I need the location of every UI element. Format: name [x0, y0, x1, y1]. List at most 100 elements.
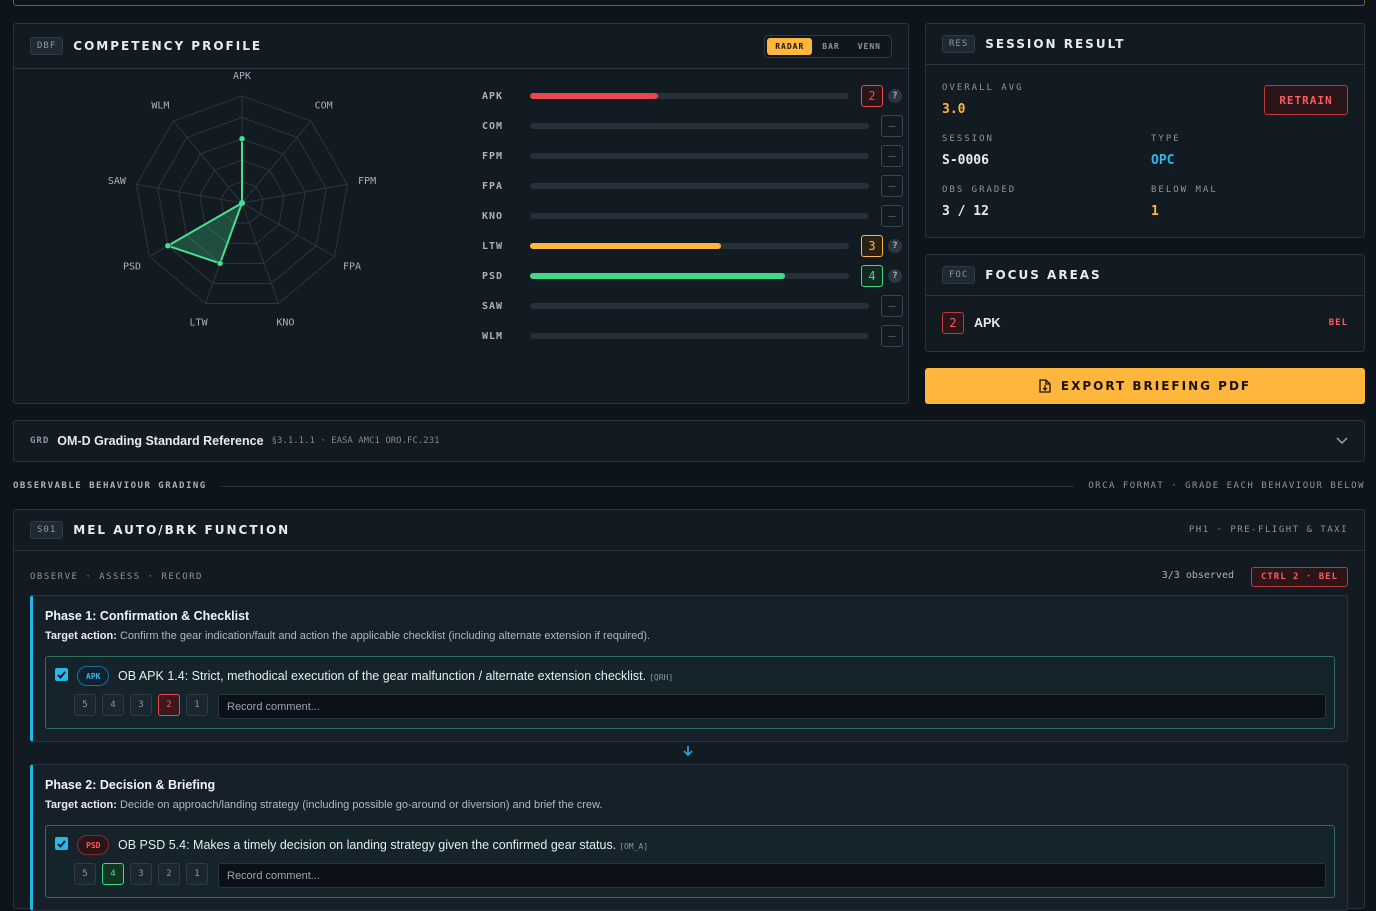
scenario-tag: S01	[30, 521, 64, 539]
competency-bar-fill	[530, 93, 658, 99]
view-mode-radar[interactable]: RADAR	[767, 37, 813, 55]
competency-grade-box[interactable]: 2	[861, 85, 883, 107]
file-export-icon	[1039, 379, 1051, 393]
radar-axis-label: COM	[315, 101, 333, 112]
radar-point	[216, 260, 224, 267]
view-mode-bar[interactable]: BAR	[814, 38, 847, 55]
chevron-down-icon[interactable]	[1336, 437, 1348, 445]
competency-bar-track	[530, 183, 869, 189]
competency-bar-row: LTW 3?	[482, 235, 902, 257]
obs-graded-value: 3 / 12	[942, 204, 989, 219]
panel-tag: FOC	[942, 266, 976, 284]
radar-axis-label: FPA	[343, 262, 361, 273]
panel-tag: RES	[942, 35, 976, 53]
target-text: Decide on approach/landing strategy (inc…	[119, 799, 603, 811]
competency-bar-row: PSD 4?	[482, 265, 902, 287]
competency-bar-track	[530, 333, 869, 339]
type-label: TYPE	[1151, 134, 1181, 144]
grade-selector: 54321	[74, 694, 208, 716]
reference-title: OM-D Grading Standard Reference	[57, 434, 264, 448]
grade-option[interactable]: 3	[130, 694, 152, 716]
competency-profile-panel: DBF COMPETENCY PROFILE RADAR BAR VENN AP…	[13, 23, 909, 404]
reference-meta: §3.1.1.1 · EASA AMC1 ORO.FC.231	[271, 436, 440, 446]
panel-title: COMPETENCY PROFILE	[73, 39, 263, 53]
competency-bar-row: FPM –	[482, 145, 903, 167]
help-icon[interactable]: ?	[888, 269, 902, 283]
section-divider-left: OBSERVABLE BEHAVIOUR GRADING	[13, 481, 207, 491]
competency-code: SAW	[482, 300, 504, 312]
grade-option[interactable]: 2	[158, 863, 180, 885]
observed-checkbox[interactable]	[55, 837, 68, 850]
radar-axis-label: KNO	[276, 317, 294, 328]
observed-checkbox[interactable]	[55, 668, 68, 681]
grade-option[interactable]: 1	[186, 863, 208, 885]
comment-input[interactable]: Record comment...	[218, 863, 1326, 888]
radar-axis-line	[172, 120, 243, 204]
competency-bar-row: WLM –	[482, 325, 903, 347]
grade-option[interactable]: 3	[130, 863, 152, 885]
competency-bar-track	[530, 213, 869, 219]
grade-option[interactable]: 5	[74, 694, 96, 716]
radar-point	[238, 135, 246, 143]
focus-status: BEL	[1328, 318, 1348, 328]
view-mode-venn[interactable]: VENN	[850, 38, 889, 55]
competency-code: KNO	[482, 210, 504, 222]
view-mode-toggle: RADAR BAR VENN	[764, 34, 892, 58]
scenario-header: S01 MEL AUTO/BRK FUNCTION PH1 · PRE-FLIG…	[14, 510, 1364, 551]
competency-bar-track	[530, 243, 849, 249]
competency-grade-box[interactable]: –	[881, 295, 903, 317]
competency-bar-row: APK 2?	[482, 85, 902, 107]
export-briefing-button[interactable]: EXPORT BRIEFING PDF	[925, 368, 1365, 404]
phase-title: Phase 2: Decision & Briefing	[45, 778, 216, 792]
scenario-phase-meta: PH1 · PRE-FLIGHT & TAXI	[1188, 525, 1348, 535]
grade-option[interactable]: 4	[102, 863, 124, 885]
ob-text: OB APK 1.4: Strict, methodical execution…	[118, 669, 673, 683]
competency-pill: APK	[77, 666, 110, 686]
observable-behaviour: PSD OB PSD 5.4: Makes a timely decision o…	[45, 825, 1335, 898]
comment-input[interactable]: Record comment...	[218, 694, 1326, 719]
focus-grade-badge: 2	[942, 312, 964, 334]
radar-axis-label: WLM	[151, 101, 169, 112]
competency-code: PSD	[482, 270, 504, 282]
overall-avg-label: OVERALL AVG	[942, 83, 1024, 93]
competency-code: APK	[482, 90, 504, 102]
competency-grade-box[interactable]: –	[881, 175, 903, 197]
competency-grade-box[interactable]: 3	[861, 235, 883, 257]
competency-grade-box[interactable]: 4	[861, 265, 883, 287]
target-label: Target action:	[45, 799, 117, 811]
focus-header: FOC FOCUS AREAS	[926, 255, 1364, 296]
competency-grade-box[interactable]: –	[881, 325, 903, 347]
session-header: RES SESSION RESULT	[926, 24, 1364, 65]
competency-bar-track	[530, 93, 849, 99]
obs-graded-label: OBS GRADED	[942, 185, 1017, 195]
grade-option[interactable]: 5	[74, 863, 96, 885]
grade-selector: 54321	[74, 863, 208, 885]
competency-bar-track	[530, 123, 869, 129]
competency-code: COM	[482, 120, 504, 132]
competency-bar-fill	[530, 243, 722, 249]
overall-avg-value: 3.0	[942, 102, 966, 117]
competency-header: DBF COMPETENCY PROFILE RADAR BAR VENN	[14, 24, 908, 69]
help-icon[interactable]: ?	[888, 89, 902, 103]
competency-bar-row: SAW –	[482, 295, 903, 317]
phase-title: Phase 1: Confirmation & Checklist	[45, 609, 250, 623]
check-icon	[57, 839, 66, 848]
competency-bar-track	[530, 273, 849, 279]
target-label: Target action:	[45, 630, 117, 642]
grade-option[interactable]: 4	[102, 694, 124, 716]
help-icon[interactable]: ?	[888, 239, 902, 253]
focus-code: APK	[974, 316, 1001, 330]
grade-option[interactable]: 1	[186, 694, 208, 716]
competency-grade-box[interactable]: –	[881, 205, 903, 227]
radar-point	[164, 242, 172, 250]
focus-areas-panel: FOC FOCUS AREAS 2 APK BEL	[925, 254, 1365, 352]
section-divider-right: ORCA FORMAT · GRADE EACH BEHAVIOUR BELOW	[1088, 481, 1365, 491]
focus-item[interactable]: 2 APK BEL	[942, 312, 1348, 334]
grade-option[interactable]: 2	[158, 694, 180, 716]
competency-grade-box[interactable]: –	[881, 145, 903, 167]
panel-title: FOCUS AREAS	[985, 268, 1102, 282]
competency-grade-box[interactable]: –	[881, 115, 903, 137]
grading-reference-bar[interactable]: GRD OM-D Grading Standard Reference §3.1…	[13, 420, 1365, 462]
panel-title: SESSION RESULT	[985, 37, 1126, 51]
radar-axis-line	[241, 202, 335, 257]
